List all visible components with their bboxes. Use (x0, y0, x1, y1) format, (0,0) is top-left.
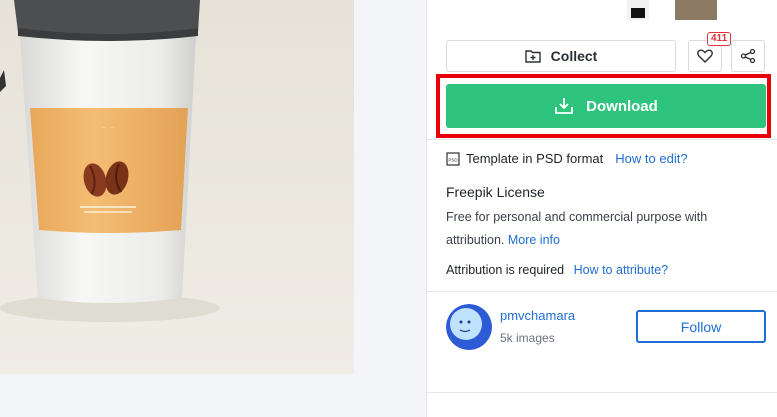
svg-text:PSD: PSD (448, 157, 458, 162)
divider (427, 392, 777, 393)
divider (427, 139, 777, 140)
svg-text:— ◦ —: — ◦ — (102, 124, 114, 129)
author-name-link[interactable]: pmvchamara (500, 308, 575, 323)
share-icon (740, 48, 756, 64)
download-panel: Collect 411 Download PSD Template in PSD… (426, 0, 777, 417)
collect-button[interactable]: Collect (446, 40, 676, 72)
psd-file-icon: PSD (446, 151, 460, 166)
likes-count-badge: 411 (707, 32, 732, 46)
mockup-preview-image[interactable]: — ◦ — (0, 0, 354, 374)
how-to-edit-link[interactable]: How to edit? (615, 151, 687, 166)
divider (427, 291, 777, 292)
how-to-attribute-link[interactable]: How to attribute? (574, 263, 669, 277)
author-image-count: 5k images (500, 331, 555, 345)
license-title: Freepik License (446, 184, 545, 200)
more-info-link[interactable]: More info (508, 233, 560, 247)
follow-button[interactable]: Follow (636, 310, 766, 343)
download-highlight-box (436, 74, 771, 138)
format-text: Template in PSD format (466, 151, 604, 166)
avatar-image (446, 304, 492, 350)
author-avatar[interactable] (446, 304, 492, 350)
file-format-row: PSD Template in PSD format How to edit? (446, 151, 688, 166)
attribution-row: Attribution is required How to attribute… (446, 263, 668, 277)
heart-icon (697, 49, 713, 63)
license-text: Free for personal and commercial purpose… (446, 210, 708, 247)
folder-plus-icon (524, 50, 541, 63)
related-thumbnails[interactable] (427, 0, 777, 24)
collect-label: Collect (550, 48, 598, 64)
share-button[interactable] (731, 40, 765, 72)
attribution-text: Attribution is required (446, 263, 565, 277)
coffee-cup-illustration: — ◦ — (0, 0, 354, 374)
license-description: Free for personal and commercial purpose… (446, 206, 756, 252)
